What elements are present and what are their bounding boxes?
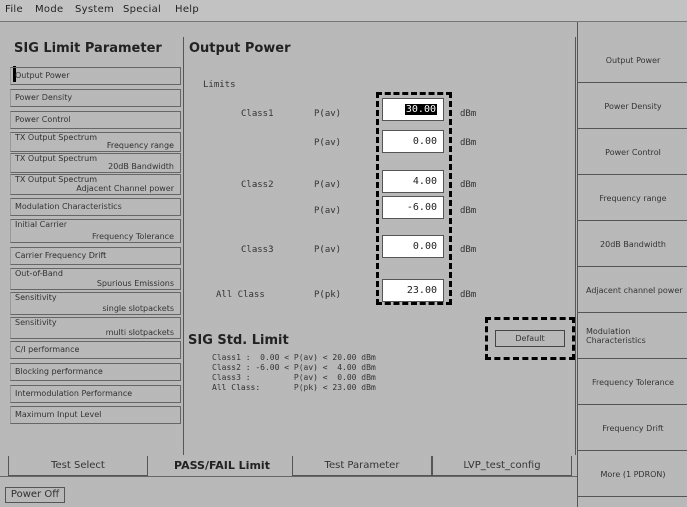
- left-item-label: Blocking performance: [15, 367, 103, 376]
- menu-system[interactable]: System: [75, 4, 114, 15]
- left-item-sublabel: 20dB Bandwidth: [108, 162, 174, 171]
- tab-pass-fail-limit[interactable]: PASS/FAIL Limit: [152, 456, 292, 476]
- param-label: P(av): [314, 206, 342, 216]
- left-item-label: Power Density: [15, 93, 73, 102]
- power-off-button[interactable]: Power Off: [5, 487, 65, 503]
- left-item-label: Maximum Input Level: [15, 410, 102, 419]
- tab-test-parameter[interactable]: Test Parameter: [292, 456, 432, 476]
- left-item-label: Intermodulation Performance: [15, 389, 133, 398]
- focus-highlight: [376, 92, 452, 305]
- tab-test-select[interactable]: Test Select: [8, 456, 148, 476]
- left-item-label: Sensitivity: [15, 293, 57, 302]
- std-limit-title: SIG Std. Limit: [188, 333, 289, 348]
- left-item-carrier-drift[interactable]: Carrier Frequency Drift: [10, 247, 181, 265]
- softkey-frequency-tolerance[interactable]: Frequency Tolerance: [578, 360, 687, 405]
- left-item-label: Sensitivity: [15, 318, 57, 327]
- softkey-adjacent-channel[interactable]: Adjacent channel power: [578, 268, 687, 313]
- std-limit-line: Class2 : -6.00 < P(av) < 4.00 dBm: [212, 363, 376, 372]
- softkey-power-control[interactable]: Power Control: [578, 130, 687, 175]
- left-item-label: C/I performance: [15, 345, 80, 354]
- left-item-label: Power Control: [15, 115, 71, 124]
- tab-lvp-test-config[interactable]: LVP_test_config: [432, 456, 572, 476]
- std-limit-line: Class1 : 0.00 < P(av) < 20.00 dBm: [212, 353, 376, 362]
- softkey-frequency-drift[interactable]: Frequency Drift: [578, 406, 687, 451]
- softkey-20db-bandwidth[interactable]: 20dB Bandwidth: [578, 222, 687, 267]
- param-label: P(av): [314, 245, 342, 255]
- left-item-output-power[interactable]: Output Power: [10, 67, 181, 85]
- left-item-sublabel: Spurious Emissions: [96, 279, 174, 288]
- tab-baseline: [0, 476, 577, 477]
- unit-label: dBm: [460, 290, 477, 300]
- param-label: P(av): [314, 109, 342, 119]
- left-item-tx-frequency-range[interactable]: TX Output Spectrum Frequency range: [10, 132, 181, 152]
- param-label: P(pk): [314, 290, 342, 300]
- menu-file[interactable]: File: [5, 4, 23, 15]
- left-item-ci-performance[interactable]: C/I performance: [10, 341, 181, 359]
- left-item-label: TX Output Spectrum: [15, 154, 98, 163]
- param-label: P(av): [314, 138, 342, 148]
- left-item-sublabel: single slotpackets: [102, 304, 174, 313]
- left-item-sublabel: Frequency range: [106, 141, 174, 150]
- std-limit-line: Class3 : P(av) < 0.00 dBm: [212, 373, 376, 382]
- softkey-more[interactable]: More (1 PDRON): [578, 452, 687, 497]
- left-item-label: TX Output Spectrum: [15, 175, 98, 184]
- left-item-label: Output Power: [15, 71, 70, 80]
- left-item-label: Modulation Characteristics: [15, 202, 122, 211]
- left-item-power-control[interactable]: Power Control: [10, 111, 181, 129]
- left-item-tx-adjacent-channel[interactable]: TX Output Spectrum Adjacent Channel power: [10, 174, 181, 195]
- default-button[interactable]: Default: [495, 330, 565, 347]
- left-item-frequency-tolerance[interactable]: Initial Carrier Frequency Tolerance: [10, 219, 181, 243]
- softkey-output-power[interactable]: Output Power: [578, 38, 687, 83]
- softkey-frequency-range[interactable]: Frequency range: [578, 176, 687, 221]
- left-item-label: Carrier Frequency Drift: [15, 251, 107, 260]
- class-label: Class1: [241, 109, 274, 119]
- softkey-modulation[interactable]: Modulation Characteristics: [578, 314, 687, 359]
- left-item-max-input[interactable]: Maximum Input Level: [10, 406, 181, 424]
- left-item-label: TX Output Spectrum: [15, 133, 98, 142]
- param-label: P(av): [314, 180, 342, 190]
- limits-label: Limits: [203, 80, 236, 90]
- menu-special[interactable]: Special: [123, 4, 161, 15]
- left-item-power-density[interactable]: Power Density: [10, 89, 181, 107]
- left-item-label: Initial Carrier: [15, 220, 68, 229]
- right-softkey-panel: Output Power Power Density Power Control…: [577, 22, 687, 507]
- main-title: Output Power: [189, 41, 291, 56]
- menu-help[interactable]: Help: [175, 4, 199, 15]
- left-item-tx-20db-bandwidth[interactable]: TX Output Spectrum 20dB Bandwidth: [10, 153, 181, 173]
- left-item-sublabel: Frequency Tolerance: [91, 232, 174, 241]
- left-item-sublabel: multi slotpackets: [105, 328, 174, 337]
- left-item-spurious-emissions[interactable]: Out-of-Band Spurious Emissions: [10, 268, 181, 290]
- left-item-sensitivity-single[interactable]: Sensitivity single slotpackets: [10, 292, 181, 315]
- class-label: Class2: [241, 180, 274, 190]
- unit-label: dBm: [460, 206, 477, 216]
- left-item-label: Out-of-Band: [15, 269, 63, 278]
- left-item-sensitivity-multi[interactable]: Sensitivity multi slotpackets: [10, 317, 181, 339]
- menu-mode[interactable]: Mode: [35, 4, 63, 15]
- std-limit-line: All Class: P(pk) < 23.00 dBm: [212, 383, 376, 392]
- sig-limit-list: Output Power Power Density Power Control…: [10, 63, 181, 424]
- left-item-blocking[interactable]: Blocking performance: [10, 363, 181, 381]
- menubar: File Mode System Special Help: [0, 0, 687, 22]
- left-panel-title: SIG Limit Parameter: [14, 41, 162, 56]
- left-item-intermodulation[interactable]: Intermodulation Performance: [10, 385, 181, 403]
- unit-label: dBm: [460, 180, 477, 190]
- softkey-power-density[interactable]: Power Density: [578, 84, 687, 129]
- class-label: Class3: [241, 245, 274, 255]
- left-item-modulation[interactable]: Modulation Characteristics: [10, 198, 181, 216]
- unit-label: dBm: [460, 245, 477, 255]
- left-item-sublabel: Adjacent Channel power: [76, 184, 174, 193]
- unit-label: dBm: [460, 109, 477, 119]
- unit-label: dBm: [460, 138, 477, 148]
- class-label: All Class: [216, 290, 265, 300]
